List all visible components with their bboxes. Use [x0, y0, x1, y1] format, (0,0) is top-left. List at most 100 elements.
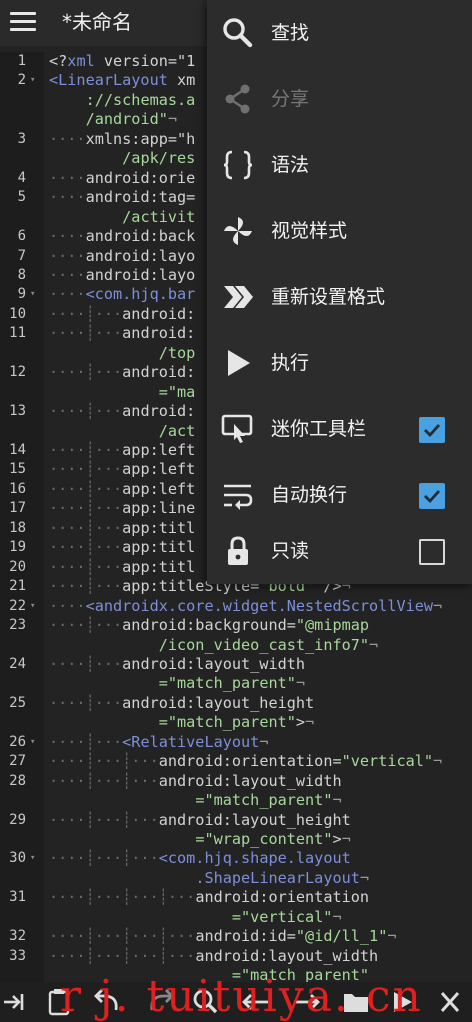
code-line: 26 ▾ ····┊···<RelativeLayout¬	[0, 733, 472, 753]
menu-item-visual-style[interactable]: 视觉样式	[207, 198, 472, 264]
code-token: ····┊···┊···┊···	[49, 888, 196, 907]
menu-item-execute[interactable]: 执行	[207, 330, 472, 396]
line-number: 2	[17, 72, 26, 89]
code-token: ····┊···┊···┊···	[49, 946, 196, 965]
code-text: ····┊···android:layout_height	[49, 694, 314, 714]
menu-item-mini-toolbar[interactable]: 迷你工具栏	[207, 396, 472, 462]
code-token: ="match_parent"	[158, 674, 296, 693]
code-text: ····┊···android:background="@mipmap	[49, 616, 369, 636]
code-text: /top	[49, 344, 196, 364]
line-number: 16	[9, 480, 26, 497]
code-text: ····┊···┊···<com.hjq.shape.layout	[49, 849, 351, 869]
code-text: ="wrap_content">¬	[49, 830, 351, 850]
pinwheel-icon	[224, 217, 252, 245]
line-number: 28	[9, 772, 26, 789]
code-token: ····	[49, 265, 86, 284]
code-token: ····┊···┊···	[49, 771, 159, 790]
read-only-checkbox[interactable]	[419, 539, 445, 565]
code-text: ····xmlns:app="h	[49, 130, 195, 150]
line-number: 13	[9, 403, 26, 420]
mini-toolbar-checkbox[interactable]	[419, 417, 445, 443]
fold-toggle-icon[interactable]: ▾	[30, 849, 35, 869]
code-token: ¬	[433, 596, 443, 615]
code-token: ¬	[341, 830, 351, 848]
fold-toggle-icon[interactable]: ▾	[30, 597, 35, 617]
code-token: <LinearLayout	[49, 71, 168, 90]
code-line: 30 ▾ ····┊···┊···<com.hjq.shape.layout	[0, 849, 472, 869]
code-token: "vertical"	[341, 752, 434, 771]
code-line: 23 ····┊···android:background="@mipmap	[0, 616, 472, 636]
code-token: "@mipmap	[295, 616, 370, 635]
code-token: <RelativeLayout	[122, 732, 260, 751]
code-line: .ShapeLinearLayout¬	[0, 869, 472, 889]
code-text: ····┊···android:layout_width	[49, 655, 305, 675]
hamburger-icon[interactable]	[10, 11, 38, 33]
line-number: 6	[17, 228, 26, 245]
line-number: 23	[9, 617, 26, 634]
code-text: ····┊···android:	[49, 363, 195, 383]
code-token: ="match_parent"	[195, 791, 333, 810]
close-icon[interactable]	[430, 986, 470, 1018]
code-token: >	[295, 713, 306, 732]
code-token: ····┊···	[49, 538, 123, 557]
line-number: 15	[9, 461, 26, 478]
code-text: ="ma	[49, 383, 196, 403]
fold-toggle-icon[interactable]: ▾	[30, 733, 35, 753]
line-number: 5	[17, 189, 26, 206]
code-token: ····┊···	[49, 499, 123, 518]
wrap-icon	[224, 484, 253, 510]
line-number: 26	[9, 733, 26, 750]
fold-toggle-icon[interactable]: ▾	[30, 285, 35, 305]
code-token: ¬	[305, 713, 315, 732]
menu-item-syntax[interactable]: 语法	[207, 132, 472, 198]
code-line: 32 ····┊···┊···┊···android:id="@id/ll_1"¬	[0, 927, 472, 947]
code-text: /act	[49, 422, 196, 442]
code-token: android:orientation	[195, 888, 370, 907]
code-token: app:left	[122, 441, 196, 459]
code-line: 22 ▾ ····<androidx.core.widget.NestedScrol…	[0, 597, 472, 617]
play-icon	[228, 350, 250, 376]
code-line: 25 ····┊···android:layout_height	[0, 694, 472, 714]
code-token: android:layout_width	[195, 946, 379, 965]
code-line: ="match_parent">¬	[0, 713, 472, 733]
line-number: 1	[17, 53, 26, 69]
code-token: app:left	[122, 479, 196, 498]
code-token: ····┊···	[49, 518, 123, 537]
menu-item-read-only[interactable]: 只读	[207, 518, 472, 584]
code-line: 29 ····┊···┊···android:layout_height	[0, 811, 472, 831]
code-text: /apk/res	[49, 149, 195, 169]
code-token: ····┊···	[49, 693, 123, 712]
menu-item-find[interactable]: 查找	[207, 0, 472, 66]
code-token: ····	[49, 246, 86, 265]
code-token: ····	[49, 168, 86, 187]
code-token: ····┊···	[49, 654, 123, 673]
code-token: ····┊···	[49, 304, 123, 323]
code-text: ····┊···app:titl	[49, 538, 195, 558]
code-token: android:	[122, 304, 196, 323]
code-token: ¬	[259, 732, 269, 751]
code-token: ····┊···	[49, 577, 123, 596]
menu-item-label: 迷你工具栏	[271, 418, 367, 440]
code-text: ····┊···┊···android:orientation="vertica…	[49, 752, 442, 772]
line-number: 22	[9, 597, 26, 614]
code-token: ¬	[167, 110, 178, 129]
line-number: 33	[9, 947, 26, 964]
code-token: .ShapeLinearLayout	[195, 868, 360, 887]
code-text: ····android:tag=	[49, 188, 195, 208]
code-text: ="match_parent"¬	[49, 791, 341, 811]
word-wrap-checkbox[interactable]	[419, 483, 445, 509]
tab-indent-icon[interactable]	[0, 986, 40, 1018]
menu-item-reformat[interactable]: 重新设置格式	[207, 264, 472, 330]
fold-toggle-icon[interactable]: ▾	[30, 71, 35, 91]
menu-item-share[interactable]: 分享	[207, 66, 472, 132]
code-token: android:id=	[195, 927, 296, 946]
double-chevron-icon	[224, 286, 253, 308]
code-token: ····	[49, 188, 86, 207]
